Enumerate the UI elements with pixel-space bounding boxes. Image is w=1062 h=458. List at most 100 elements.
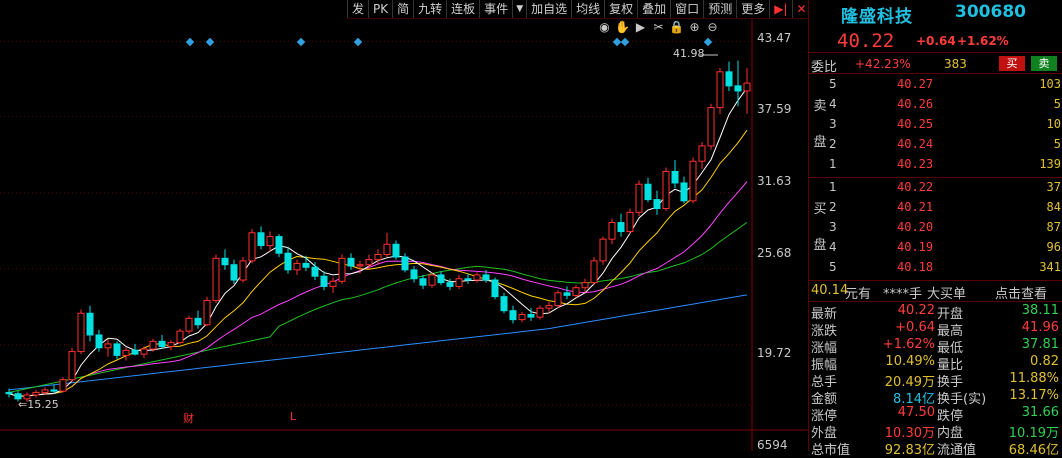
candle-body [140,348,148,355]
hand-icon[interactable]: ✋ [615,20,630,35]
ask-price: 40.25 [897,117,934,131]
candle-body [158,340,166,347]
bid-row[interactable]: 2 40.21 84 [829,198,1062,217]
candle-body [590,260,598,284]
toolbar-item[interactable]: 复权 [604,0,637,18]
stat-row: 外盘 10.30万 内盘 10.19万 [809,421,1062,441]
ask-row[interactable]: 1 40.23 139 [829,155,1062,174]
candle-body [221,257,229,266]
bid-row[interactable]: 1 40.22 37 [829,178,1062,197]
view-details-link[interactable]: 点击查看 [995,283,1047,302]
stat-lv: 40.22 [897,303,935,318]
stat-row: 总市值 92.83亿 流通值 68.46亿 [809,438,1062,458]
chart-toolbar: 发 PK 简九转 连板 事件 ▼ 加自选 均线 复权 叠加 窗口 预测 更多 ▶| ✕ [347,0,808,19]
zoom-out-icon[interactable]: ⊖ [705,20,720,35]
buy-side-label: 买 [813,202,827,217]
ask-row[interactable]: 5 40.27 103 [829,75,1062,94]
price-change-pct: +1.62% [957,34,1009,48]
price-axis-label: 37.59 [757,102,792,116]
candle-body [455,278,463,287]
toolbar-item[interactable]: 发 [347,0,368,18]
financial-report-marker[interactable]: 财 [183,410,194,426]
bid-lvl: 4 [829,240,837,254]
price-row: 40.22 +0.64 +1.62% [809,28,1062,53]
price-axis-label: 31.63 [757,174,792,188]
toolbar-item[interactable]: 连板 [446,0,479,18]
scissors-icon[interactable]: ✂ [651,20,666,35]
toolbar-item[interactable]: PK [368,0,392,18]
candle-body [734,85,742,92]
toolbar-item[interactable]: 窗口 [670,0,703,18]
candle-body [59,379,67,392]
toolbar-item[interactable]: 叠加 [637,0,670,18]
buy-side-label: 盘 [813,238,827,253]
ask-row[interactable]: 3 40.25 10 [829,115,1062,134]
bid-row[interactable]: 5 40.18 341 [829,258,1062,277]
candle-body [104,343,112,349]
candle-body [545,305,553,309]
candle-body [86,312,94,336]
big-order-stars: ****手 [883,287,923,302]
ask-lvl: 1 [829,157,837,171]
big-order-value: 40.14 [811,283,849,298]
l-marker[interactable]: L [290,410,296,423]
candle-body [5,391,13,395]
ask-lvl: 2 [829,137,837,151]
stat-lv: +0.64 [895,320,935,335]
candle-body [194,317,202,326]
stat-rv: 38.11 [1021,303,1059,318]
candle-body [365,259,373,266]
buy-button[interactable]: 买 [999,56,1025,71]
stock-code: 300680 [955,2,1026,22]
stat-row: 涨跌 +0.64 最高 41.96 [809,319,1062,339]
toolbar-item[interactable]: 更多 [736,0,769,18]
big-order-label: 大买单 [927,287,967,302]
play-icon[interactable]: ▶ [633,20,648,35]
candle-body [473,274,481,281]
candle-body [338,257,346,282]
kline-chart-panel[interactable]: 发 PK 简九转 连板 事件 ▼ 加自选 均线 复权 叠加 窗口 预测 更多 ▶| ✕ ◉ ✋ ▶ ✂ 🔒 … [0,0,808,452]
bid-price: 40.21 [897,200,934,214]
bid-lvl: 1 [829,180,837,194]
toolbar-item[interactable]: 简 [392,0,413,18]
ask-lvl: 3 [829,117,837,131]
toolbar-item[interactable]: 事件 [479,0,512,18]
eye-icon[interactable]: ◉ [597,20,612,35]
bid-vol: 96 [1046,240,1061,254]
candle-body [635,183,643,213]
toolbar-item[interactable]: 预测 [703,0,736,18]
ask-row[interactable]: 4 40.26 5 [829,95,1062,114]
toolbar-item[interactable]: ▼ [512,0,526,18]
stat-row: 涨幅 +1.62% 最低 37.81 [809,336,1062,356]
stat-rv: 13.17% [1009,388,1059,403]
candle-body [626,211,634,232]
lock-icon[interactable]: 🔒 [669,20,684,35]
bid-row[interactable]: 4 40.19 96 [829,238,1062,257]
candle-body [401,256,409,271]
zoom-in-icon[interactable]: ⊕ [687,20,702,35]
candle-body [563,292,571,296]
toolbar-item[interactable]: ▶| [769,0,791,18]
toolbar-item[interactable]: 加自选 [526,0,571,18]
stat-rv: 31.66 [1021,405,1059,420]
candle-body [698,145,706,162]
stat-l: 总市值 [811,443,851,458]
candle-body [527,314,535,318]
candle-body [203,299,211,326]
last-price: 40.22 [837,30,895,52]
toolbar-item[interactable]: 九转 [413,0,446,18]
stat-lv: 47.50 [897,405,935,420]
stat-rv: 0.82 [1030,354,1059,369]
candle-body [662,170,670,210]
sell-button[interactable]: 卖 [1031,56,1057,71]
toolbar-item[interactable]: 均线 [571,0,604,18]
kline-chart[interactable] [0,0,808,451]
candle-body [95,334,103,349]
ask-vol: 5 [1053,137,1061,151]
candle-body [68,351,76,381]
commission-ratio-label: 委比 [811,60,838,75]
ask-vol: 10 [1046,117,1061,131]
ask-lvl: 4 [829,97,837,111]
ask-row[interactable]: 2 40.24 5 [829,135,1062,154]
bid-row[interactable]: 3 40.20 87 [829,218,1062,237]
